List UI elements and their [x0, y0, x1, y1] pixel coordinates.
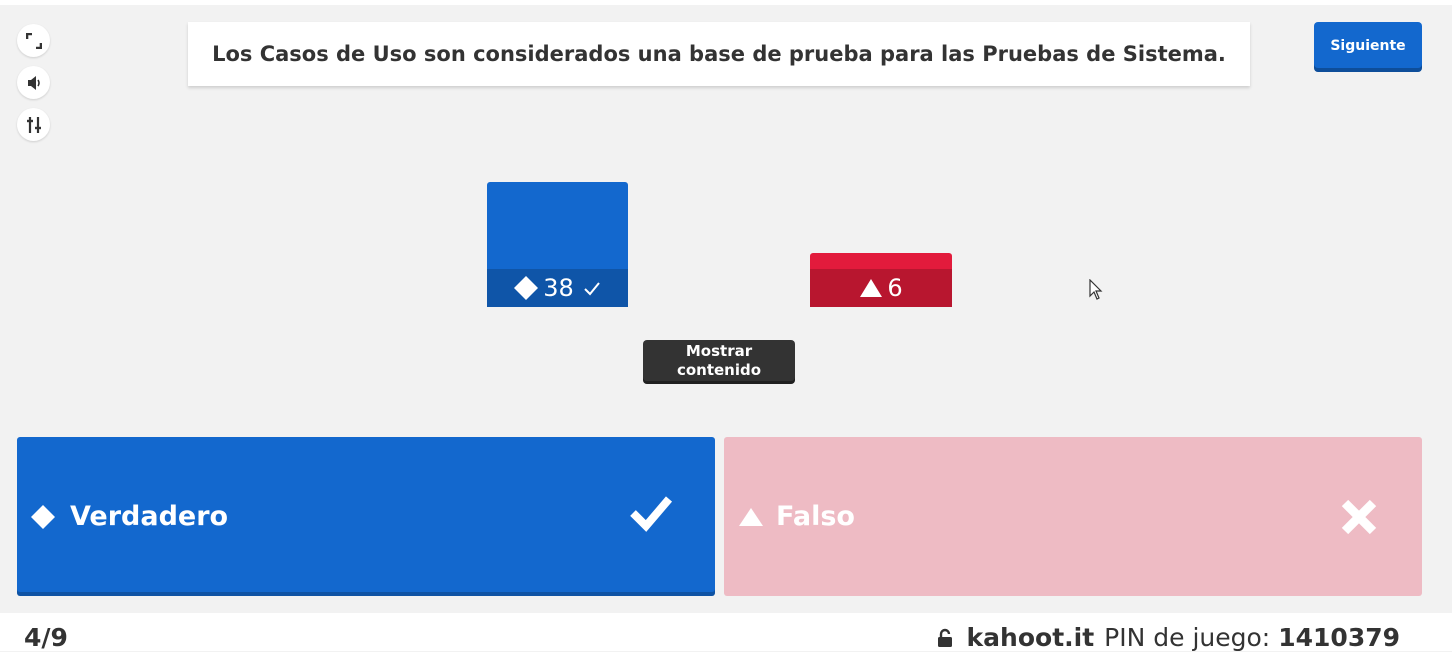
- answer-false: Falso: [724, 437, 1422, 596]
- question-title: Los Casos de Uso son considerados una ba…: [188, 22, 1250, 86]
- settings-button[interactable]: [17, 108, 50, 141]
- check-icon: [584, 282, 600, 296]
- diamond-icon: [31, 504, 55, 529]
- result-bar-true: 38: [487, 182, 628, 307]
- checkmark-icon: [630, 496, 673, 532]
- sliders-icon: [26, 116, 41, 133]
- show-content-label: Mostrar contenido: [676, 341, 762, 379]
- result-count-true: 38: [543, 274, 574, 302]
- result-label-false: 6: [810, 269, 952, 307]
- footer-bar: 4/9 kahoot.it PIN de juego: 1410379: [0, 613, 1452, 652]
- triangle-icon: [739, 507, 763, 526]
- game-pin-info: kahoot.it PIN de juego: 1410379: [937, 623, 1400, 652]
- fullscreen-button[interactable]: [17, 24, 50, 57]
- show-content-button[interactable]: Mostrar contenido: [643, 340, 795, 384]
- answer-false-label: Falso: [776, 501, 855, 532]
- question-counter: 4/9: [24, 623, 68, 652]
- next-button[interactable]: Siguiente: [1314, 22, 1422, 72]
- result-label-true: 38: [487, 269, 628, 307]
- cross-icon: [1341, 499, 1377, 535]
- site-url: kahoot.it: [966, 623, 1095, 652]
- game-pin: 1410379: [1278, 623, 1400, 652]
- diamond-icon: [514, 276, 539, 300]
- pin-label: PIN de juego:: [1104, 623, 1271, 652]
- triangle-icon: [860, 279, 883, 297]
- volume-icon: [27, 75, 40, 90]
- result-bar-false: 6: [810, 253, 952, 307]
- result-count-false: 6: [887, 274, 903, 302]
- top-strip: [0, 0, 1452, 5]
- answer-true: Verdadero: [17, 437, 715, 596]
- fullscreen-icon: [25, 32, 42, 49]
- lock-icon: [937, 628, 952, 647]
- answer-true-label: Verdadero: [70, 501, 229, 532]
- mouse-cursor-icon: [1089, 279, 1103, 300]
- volume-button[interactable]: [17, 66, 50, 99]
